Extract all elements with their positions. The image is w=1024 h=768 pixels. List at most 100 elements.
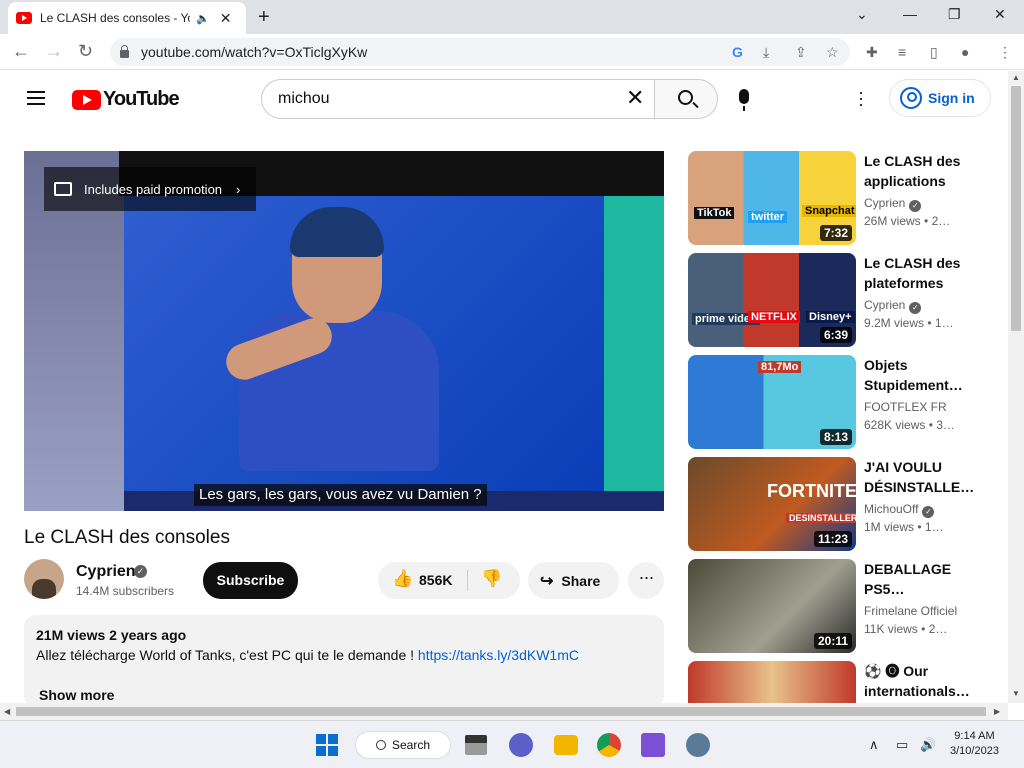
- windows-taskbar: Search ∧ ▭ 🔊 9:14 AM 3/10/2023: [0, 720, 1024, 768]
- taskbar-clock[interactable]: 9:14 AM 3/10/2023: [950, 729, 999, 759]
- logo-wordmark: YouTube: [103, 88, 180, 110]
- video-duration: 6:39: [819, 327, 852, 343]
- lock-icon[interactable]: [120, 44, 129, 58]
- share-button[interactable]: ↪ Share: [528, 562, 619, 599]
- sign-in-button[interactable]: Sign in: [889, 79, 991, 117]
- recommendation-item[interactable]: prime video NETFLIX Disney+ 6:39 Le CLAS…: [688, 253, 1008, 347]
- thumbnail-label: NETFLIX: [748, 311, 800, 323]
- tray-chevron-up-icon[interactable]: ∧: [869, 737, 879, 753]
- horizontal-scroll-thumb[interactable]: [16, 707, 986, 716]
- scroll-right-icon[interactable]: ▶: [994, 707, 1000, 716]
- search-input[interactable]: michou: [261, 79, 655, 119]
- recommendation-title[interactable]: ⚽ 🅞 Our internationals…: [864, 661, 988, 701]
- profile-icon[interactable]: ●: [961, 44, 969, 60]
- recommendation-thumbnail[interactable]: FORTNITE DESINSTALLER 11:23: [688, 457, 856, 551]
- bookmark-star-icon[interactable]: ☆: [826, 44, 839, 61]
- recommendation-item[interactable]: FORTNITE DESINSTALLER 11:23 J'AI VOULU D…: [688, 457, 1008, 551]
- back-arrow-icon[interactable]: ←: [12, 41, 30, 62]
- chrome-menu-icon[interactable]: ⋮: [998, 44, 1012, 61]
- horizontal-scrollbar[interactable]: ◀ ▶: [0, 703, 1008, 720]
- teams-chat-icon[interactable]: [509, 733, 533, 757]
- network-icon[interactable]: ▭: [896, 737, 908, 753]
- install-app-icon[interactable]: ⤓: [763, 44, 769, 61]
- task-view-icon[interactable]: [465, 735, 487, 755]
- windows-start-icon[interactable]: [316, 734, 338, 756]
- paid-promotion-badge[interactable]: Includes paid promotion ›: [44, 167, 256, 211]
- recommendation-channel-name: MichouOff: [864, 502, 919, 516]
- tab-search-chevron-icon[interactable]: ⌄: [856, 6, 868, 23]
- recommendation-thumbnail[interactable]: prime video NETFLIX Disney+ 6:39: [688, 253, 856, 347]
- taskbar-search-button[interactable]: Search: [355, 731, 451, 759]
- recommendation-thumbnail[interactable]: [688, 661, 856, 703]
- tab-close-icon[interactable]: ✕: [220, 10, 232, 27]
- recommendation-item[interactable]: TikTok twitter Snapchat 7:32 Le CLASH de…: [688, 151, 1008, 245]
- search-clear-icon[interactable]: ✕: [626, 87, 644, 109]
- share-page-icon[interactable]: ⇪: [795, 44, 807, 61]
- scroll-up-icon[interactable]: ▲: [1012, 73, 1020, 82]
- thumbs-up-icon[interactable]: 👍: [392, 569, 413, 589]
- thumbnail-label: 81,7Mo: [758, 361, 802, 373]
- microphone-icon[interactable]: [739, 89, 749, 111]
- url-text[interactable]: youtube.com/watch?v=OxTiclgXyKw: [141, 44, 367, 60]
- search-icon: [376, 740, 386, 750]
- recommendation-title[interactable]: Objets Stupidement…: [864, 355, 988, 395]
- recommendation-title[interactable]: J'AI VOULU DÉSINSTALLE…: [864, 457, 988, 497]
- side-panel-icon[interactable]: ▯: [930, 44, 938, 61]
- browser-titlebar: Le CLASH des consoles - YouTube 🔈 ✕ + ⌄ …: [0, 0, 1024, 34]
- settings-kebab-icon[interactable]: · · ·: [858, 83, 864, 113]
- recommendation-title[interactable]: DEBALLAGE PS5…: [864, 559, 988, 599]
- share-label: Share: [561, 572, 601, 589]
- vertical-scroll-thumb[interactable]: [1011, 86, 1021, 331]
- show-more-button[interactable]: Show more: [39, 687, 114, 703]
- recommendation-channel[interactable]: Frimelane Officiel: [864, 604, 957, 618]
- recommendation-channel[interactable]: MichouOff ✓: [864, 502, 935, 518]
- chrome-icon[interactable]: [597, 733, 621, 757]
- restore-icon[interactable]: ❐: [948, 6, 961, 23]
- minimize-icon[interactable]: —: [903, 6, 917, 22]
- search-button[interactable]: [654, 79, 718, 119]
- recommendation-views: 11K views • 2…: [864, 622, 947, 636]
- recommendation-title[interactable]: Le CLASH des plateformes: [864, 253, 988, 293]
- recommendation-item[interactable]: ⚽ 🅞 Our internationals…: [688, 661, 1008, 703]
- channel-avatar[interactable]: [24, 559, 64, 599]
- recommendation-thumbnail[interactable]: TikTok twitter Snapchat 7:32: [688, 151, 856, 245]
- scroll-down-icon[interactable]: ▼: [1012, 689, 1020, 698]
- channel-name[interactable]: Cyprien: [76, 563, 136, 581]
- youtube-logo[interactable]: YouTube: [72, 88, 180, 111]
- like-count[interactable]: 856K: [419, 572, 452, 588]
- file-explorer-icon[interactable]: [554, 735, 578, 755]
- recommendation-channel[interactable]: Cyprien ✓: [864, 196, 922, 212]
- vertical-scrollbar[interactable]: ▲ ▼: [1008, 71, 1024, 703]
- speaker-icon[interactable]: 🔈: [196, 12, 210, 25]
- reload-icon[interactable]: ↻: [78, 41, 93, 62]
- recommendation-item[interactable]: 81,7Mo 8:13 Objets Stupidement… FOOTFLEX…: [688, 355, 1008, 449]
- thumbnail-label: FORTNITE: [767, 481, 856, 501]
- menu-hamburger-icon[interactable]: [27, 91, 45, 105]
- settings-gear-icon[interactable]: [686, 733, 710, 757]
- forward-arrow-icon[interactable]: →: [45, 41, 63, 62]
- new-tab-icon[interactable]: +: [258, 6, 270, 29]
- recommendation-thumbnail[interactable]: 20:11: [688, 559, 856, 653]
- upload-age: • 2…: [924, 214, 951, 228]
- description-box[interactable]: 21M views 2 years ago Allez télécharge W…: [24, 615, 664, 707]
- recommendation-item[interactable]: 20:11 DEBALLAGE PS5… Frimelane Officiel …: [688, 559, 1008, 653]
- google-translate-icon[interactable]: G: [732, 44, 743, 60]
- description-text: Allez télécharge World of Tanks, c'est P…: [36, 647, 415, 663]
- browser-tab-active[interactable]: Le CLASH des consoles - YouTube 🔈 ✕: [8, 2, 246, 34]
- thumbs-down-icon[interactable]: 👎: [481, 569, 502, 589]
- description-link[interactable]: https://tanks.ly/3dKW1mC: [418, 647, 579, 663]
- verified-check-icon: ✓: [909, 200, 922, 212]
- media-control-icon[interactable]: ≡: [898, 44, 906, 60]
- recommendation-channel[interactable]: FOOTFLEX FR: [864, 400, 947, 414]
- recommendation-thumbnail[interactable]: 81,7Mo 8:13: [688, 355, 856, 449]
- visual-studio-icon[interactable]: [641, 733, 665, 757]
- extensions-puzzle-icon[interactable]: ✚: [866, 44, 878, 61]
- more-actions-icon[interactable]: ···: [628, 562, 664, 599]
- recommendation-channel[interactable]: Cyprien ✓: [864, 298, 922, 314]
- thumbnail-label: DESINSTALLER: [786, 513, 856, 523]
- recommendation-title[interactable]: Le CLASH des applications: [864, 151, 988, 191]
- window-close-icon[interactable]: ✕: [994, 6, 1006, 23]
- subscribe-button[interactable]: Subscribe: [203, 562, 298, 599]
- volume-icon[interactable]: 🔊: [920, 737, 936, 753]
- scroll-left-icon[interactable]: ◀: [4, 707, 10, 716]
